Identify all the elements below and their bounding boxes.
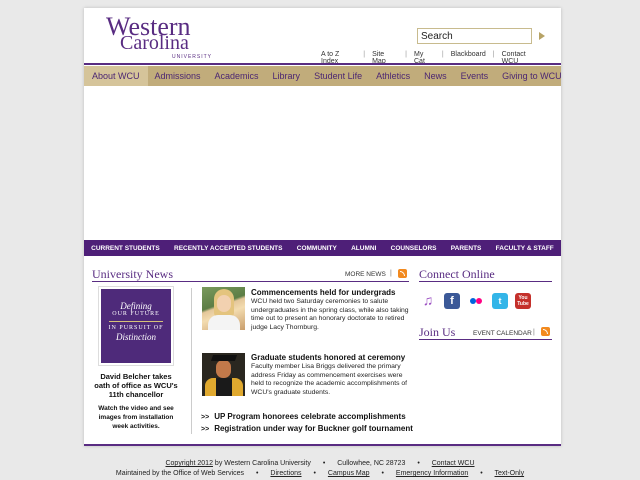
footer-address: Cullowhee, NC 28723 [337,460,406,467]
audience-faculty-staff[interactable]: FACULTY & STAFF [496,245,554,252]
feature-image[interactable]: Defining OUR FUTURE IN PURSUIT OF Distin… [98,286,174,366]
story-photo-graduate[interactable] [202,287,245,330]
audience-nav: CURRENT STUDENTS RECENTLY ACCEPTED STUDE… [84,240,561,256]
header-divider [84,63,561,65]
audience-parents[interactable]: PARENTS [451,245,482,252]
utility-links: A to Z Index | Site Map | My Cat | Blackboa… [314,51,549,65]
news-heading: University News [92,267,173,281]
audience-community[interactable]: COMMUNITY [297,245,337,252]
logo-university: UNIVERSITY [172,54,213,60]
wcu-logo[interactable]: Western Carolina UNIVERSITY [106,14,226,61]
story-title[interactable]: Graduate students honored at ceremony [251,353,405,362]
util-link-my-cat[interactable]: My Cat [407,51,442,65]
footer-line1: Copyright 2012 by Western Carolina Unive… [0,460,640,467]
nav-giving[interactable]: Giving to WCU [495,66,569,86]
util-link-a-to-z[interactable]: A to Z Index [314,51,363,65]
footer-text-only-link[interactable]: Text-Only [495,470,525,477]
photo-cap [210,355,238,361]
footer-bullet: • [381,470,384,477]
itunes-icon[interactable]: ♫ [420,293,436,309]
photo-robe-inner [216,378,232,396]
photo-gown [208,315,240,330]
nav-library[interactable]: Library [266,66,308,86]
footer-bullet: • [417,460,420,467]
audience-accepted-students[interactable]: RECENTLY ACCEPTED STUDENTS [174,245,282,252]
connect-rule [419,281,552,282]
copyright-link[interactable]: Copyright 2012 [165,460,212,467]
double-chevron-icon: >> [201,426,210,433]
footer-bullet: • [322,460,326,467]
feature-text[interactable]: Watch the video and see images from inst… [94,404,178,431]
footer-campus-map-link[interactable]: Campus Map [328,470,370,477]
more-story-link[interactable]: >> Registration under way for Buckner gol… [201,424,413,433]
more-story-text: UP Program honorees celebrate accomplish… [214,412,406,421]
footer-directions-link[interactable]: Directions [270,470,301,477]
join-us-heading: Join Us [419,325,456,339]
audience-alumni[interactable]: ALUMNI [351,245,376,252]
footer-bullet: • [256,470,259,477]
audience-counselors[interactable]: COUNSELORS [391,245,437,252]
nav-events[interactable]: Events [454,66,496,86]
page-container: Western Carolina UNIVERSITY A to Z Index… [84,8,562,446]
feature-image-line2: OUR FUTURE [109,311,163,322]
connect-heading: Connect Online [419,267,495,281]
photo-face [216,360,231,378]
footer-bullet: • [480,470,483,477]
double-chevron-icon: >> [201,414,210,421]
events-rss-icon[interactable] [541,327,550,336]
story-body: WCU held two Saturday ceremonies to salu… [251,298,409,331]
news-rss-icon[interactable] [398,269,407,278]
photo-face [217,295,231,312]
footer-line2: Maintained by the Office of Web Services… [0,470,640,477]
event-calendar-link[interactable]: EVENT CALENDAR [473,330,532,337]
flickr-dot-pink [476,298,482,304]
join-us-rule [419,339,552,340]
nav-student-life[interactable]: Student Life [307,66,369,86]
footer-emergency-link[interactable]: Emergency Information [396,470,468,477]
feature-headline[interactable]: David Belcher takes oath of office as WC… [94,372,178,399]
news-column-divider [191,288,192,434]
more-story-link[interactable]: >> UP Program honorees celebrate accompli… [201,412,406,421]
twitter-icon[interactable]: t [492,293,508,309]
more-news-link[interactable]: MORE NEWS [345,271,386,278]
nav-athletics[interactable]: Athletics [369,66,417,86]
story-title[interactable]: Commencements held for undergrads [251,288,395,297]
nav-academics[interactable]: Academics [208,66,266,86]
feature-image-line3: IN PURSUIT OF [108,325,164,331]
feature-image-line1: Defining [120,301,152,311]
nav-admissions[interactable]: Admissions [148,66,208,86]
flickr-icon[interactable] [468,293,484,309]
youtube-icon[interactable]: You Tube [515,293,531,309]
story-photo-ceremony[interactable] [202,353,245,396]
more-story-text: Registration under way for Buckner golf … [214,424,413,433]
util-link-site-map[interactable]: Site Map [365,51,405,65]
news-separator: | [390,270,392,277]
nav-news[interactable]: News [417,66,454,86]
news-rule [92,281,409,282]
footer-bullet: • [313,470,316,477]
feature-image-line4: Distinction [116,332,156,342]
join-separator: | [533,329,535,336]
facebook-icon[interactable]: f [444,293,460,309]
story-body: Faculty member Lisa Briggs delivered the… [251,363,408,396]
util-link-blackboard[interactable]: Blackboard [444,51,493,61]
page-bottom-rule [84,444,561,446]
footer-contact-link[interactable]: Contact WCU [432,460,475,467]
search-submit-icon[interactable] [539,32,545,40]
nav-about[interactable]: About WCU [84,66,148,86]
audience-current-students[interactable]: CURRENT STUDENTS [91,245,160,252]
copyright-text: by Western Carolina University [214,460,311,467]
util-link-contact[interactable]: Contact WCU [495,51,549,65]
main-nav: About WCU Admissions Academics Library S… [84,66,562,86]
footer-maintained: Maintained by the Office of Web Services [115,470,245,477]
logo-carolina: Carolina [120,32,189,54]
search-input[interactable] [417,28,532,44]
